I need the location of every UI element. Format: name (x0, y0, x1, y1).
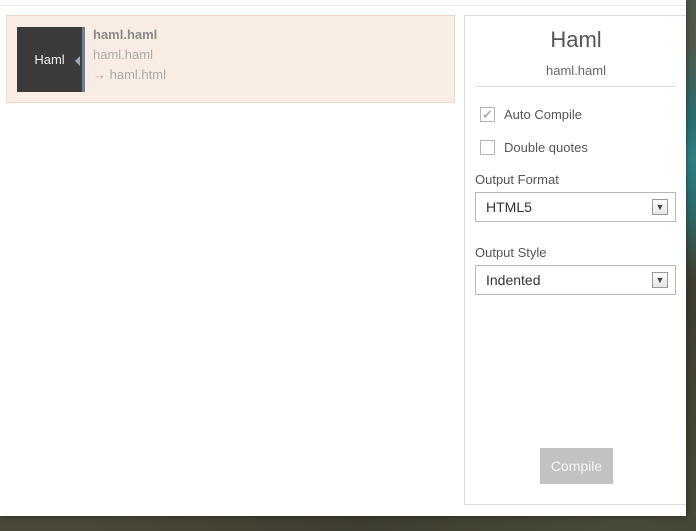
double-quotes-checkbox[interactable] (480, 139, 495, 155)
auto-compile-option[interactable]: ✔ Auto Compile (480, 105, 582, 123)
thumbnail-edge (82, 27, 85, 92)
file-name: haml.haml (93, 27, 158, 42)
output-format-label: Output Format (475, 172, 559, 187)
settings-panel: Haml haml.haml ✔ Auto Compile Double quo… (464, 15, 686, 505)
thumbnail-notch (75, 56, 80, 66)
file-type-label: Haml (34, 52, 65, 67)
output-style-label: Output Style (475, 245, 547, 260)
output-format-select[interactable]: HTML5 ▼ (475, 192, 676, 222)
check-icon: ✔ (482, 106, 493, 122)
file-list-item[interactable]: Haml haml.haml haml.haml → haml.html (6, 15, 455, 103)
panel-title: Haml (550, 27, 602, 52)
app-window: Haml haml.haml haml.haml → haml.html Ham… (0, 0, 686, 516)
auto-compile-label: Auto Compile (504, 106, 583, 122)
compile-button[interactable]: Compile (540, 448, 613, 484)
file-path: haml.haml (93, 47, 153, 62)
output-style-value: Indented (486, 272, 541, 288)
file-type-thumbnail: Haml (17, 27, 82, 92)
chevron-down-icon[interactable]: ▼ (652, 272, 668, 288)
output-style-select[interactable]: Indented ▼ (475, 265, 676, 295)
toolbar-divider (0, 5, 686, 6)
output-format-value: HTML5 (486, 199, 532, 215)
panel-divider (475, 86, 676, 87)
auto-compile-checkbox[interactable]: ✔ (480, 106, 495, 122)
double-quotes-option[interactable]: Double quotes (480, 138, 588, 156)
file-output-path: → haml.html (93, 67, 166, 82)
panel-subtitle: haml.haml (546, 63, 606, 78)
double-quotes-label: Double quotes (504, 139, 588, 155)
chevron-down-icon[interactable]: ▼ (652, 199, 668, 215)
